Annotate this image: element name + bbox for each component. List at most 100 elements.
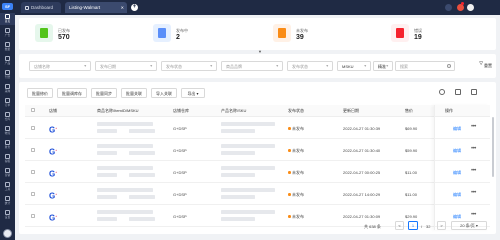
summary-card-error[interactable]: 错误 19 xyxy=(381,22,491,46)
bell-icon[interactable] xyxy=(445,4,452,11)
status-select[interactable]: 发布状态 ▼ xyxy=(161,61,217,71)
add-tab-button[interactable]: + xyxy=(131,4,138,11)
status-dot-icon xyxy=(288,149,291,152)
msku-select[interactable]: MSKU ▼ xyxy=(337,61,371,71)
row-checkbox[interactable] xyxy=(31,126,35,130)
import-link-button[interactable]: 导入关联 xyxy=(151,88,177,98)
app-logo: SF xyxy=(2,3,13,10)
product-sku-placeholder xyxy=(221,188,275,192)
close-icon[interactable]: ✕ xyxy=(121,2,124,13)
reset-button[interactable]: 重置 xyxy=(470,61,492,71)
card-value: 39 xyxy=(296,34,304,41)
app-avatar[interactable] xyxy=(457,4,464,11)
sidebar-item-8[interactable]: 物流 xyxy=(0,125,15,137)
sidebar-item-10[interactable]: 客服 xyxy=(0,153,15,165)
date-cell: 2022-04-27 14:00:29 xyxy=(343,192,381,197)
select-label: 发布状态 xyxy=(292,64,308,69)
sidebar-item-label: 数据 xyxy=(4,47,11,51)
search-icon xyxy=(447,64,451,68)
bulk-price-button[interactable]: 批量修价 xyxy=(27,88,53,98)
status-text: 未发布 xyxy=(292,126,304,131)
bulk-link-button[interactable]: 批量关联 xyxy=(121,88,147,98)
date-select[interactable]: 发布日期 ▼ xyxy=(95,61,157,71)
select-all-checkbox[interactable] xyxy=(31,108,35,112)
item-id-placeholder xyxy=(97,173,117,177)
sidebar-item-2[interactable]: 数据 xyxy=(0,41,15,53)
tab-listing-walmart[interactable]: Listing-Walmart ✕ xyxy=(65,2,127,13)
msku-placeholder xyxy=(129,217,155,221)
home-icon xyxy=(25,5,29,10)
bulk-sync-button[interactable]: 批量同步 xyxy=(91,88,117,98)
sidebar-item-label: 采购 xyxy=(4,89,11,93)
row-checkbox[interactable] xyxy=(31,170,35,174)
status-badge: 未发布 xyxy=(288,192,304,198)
columns-icon[interactable] xyxy=(455,89,461,95)
sidebar-item-label: 工具 xyxy=(4,187,11,191)
match-mode-select[interactable]: 精准 ▼ xyxy=(373,61,393,71)
status-badge: 未发布 xyxy=(288,148,304,154)
sidebar-item-1[interactable]: 广告 xyxy=(0,27,15,39)
status-icon-box xyxy=(153,24,171,42)
chevron-down-icon: ▼ xyxy=(275,64,279,68)
sidebar-item-4[interactable]: 刊登 xyxy=(0,69,15,81)
chevron-down-icon: ▼ xyxy=(363,64,367,68)
status-icon-box xyxy=(35,24,53,42)
status-text: 未发布 xyxy=(292,192,304,197)
sidebar-item-label: 订单 xyxy=(4,103,11,107)
store-select[interactable]: 店铺名称 ▼ xyxy=(29,61,91,71)
status-dot-icon xyxy=(288,193,291,196)
user-avatar[interactable] xyxy=(3,229,12,238)
sidebar-item-label: 财务 xyxy=(4,145,11,149)
prev-page-button[interactable]: < xyxy=(395,221,404,230)
sidebar-item-label: 刊登 xyxy=(4,75,11,79)
page-size-select[interactable]: 20 条/页 ▾ xyxy=(451,221,487,230)
col-warehouse: 店铺仓库 xyxy=(173,108,189,113)
sidebar-item-11[interactable]: 营销 xyxy=(0,167,15,179)
row-checkbox[interactable] xyxy=(31,192,35,196)
product-name-placeholder xyxy=(97,122,153,126)
table-row[interactable]: G+ G+DSP 未发布 2022-04-27 01:30:40 $59.90 编辑 ••• xyxy=(25,139,490,161)
price-cell: $11.00 xyxy=(405,192,417,197)
col-product: 商品名称/ItemID/MSKU xyxy=(97,108,139,113)
current-page-input[interactable]: 1 xyxy=(408,221,418,230)
row-checkbox[interactable] xyxy=(31,148,35,152)
brand-select[interactable]: 商品品牌 ▼ xyxy=(221,61,283,71)
sidebar: SF 首页广告数据产品刊登采购订单仓库物流财务客服营销工具统计设置 xyxy=(0,0,15,240)
top-bar: Dashboard Listing-Walmart ✕ + xyxy=(15,0,500,15)
sidebar-item-9[interactable]: 财务 xyxy=(0,139,15,151)
table-row[interactable]: G+ G+DSP 未发布 2022-04-27 00:00:25 $11.00 编辑 ••• xyxy=(25,161,490,183)
error-icon xyxy=(396,28,404,38)
item-id-placeholder xyxy=(97,129,117,133)
row-checkbox[interactable] xyxy=(31,214,35,218)
sidebar-item-label: 产品 xyxy=(4,61,11,65)
sidebar-item-6[interactable]: 订单 xyxy=(0,97,15,109)
sidebar-item-13[interactable]: 统计 xyxy=(0,195,15,207)
refresh-icon[interactable] xyxy=(439,89,445,95)
sidebar-item-0[interactable]: 首页 xyxy=(0,13,15,25)
settings-icon[interactable] xyxy=(471,89,477,95)
chevron-down-icon: ▼ xyxy=(385,64,389,68)
publish-status-select[interactable]: 发布状态 ▼ xyxy=(287,61,333,71)
table-row[interactable]: G+ G+DSP 未发布 2022-04-27 01:30:39 $69.90 编辑 ••• xyxy=(25,117,490,139)
sidebar-item-label: 广告 xyxy=(4,33,11,37)
col-store: 店铺 xyxy=(49,108,57,113)
col-product-sku: 产品名称/SKU xyxy=(221,108,247,113)
next-page-button[interactable]: > xyxy=(437,221,446,230)
search-input[interactable]: 搜索 xyxy=(395,61,455,71)
tab-dashboard[interactable]: Dashboard xyxy=(21,2,61,13)
sidebar-item-12[interactable]: 工具 xyxy=(0,181,15,193)
summary-card-unpublished[interactable]: 未发布 39 xyxy=(263,22,373,46)
sidebar-item-14[interactable]: 设置 xyxy=(0,209,15,221)
bulk-stock-button[interactable]: 批量调库存 xyxy=(57,88,87,98)
user-menu-avatar[interactable] xyxy=(467,4,474,11)
vertical-scrollbar[interactable] xyxy=(492,117,494,177)
sidebar-item-3[interactable]: 产品 xyxy=(0,55,15,67)
sidebar-item-7[interactable]: 仓库 xyxy=(0,111,15,123)
table-row[interactable]: G+ G+DSP 未发布 2022-04-27 14:00:29 $11.00 编辑 ••• xyxy=(25,183,490,205)
page-separator: / xyxy=(421,224,423,229)
sidebar-item-5[interactable]: 采购 xyxy=(0,83,15,95)
summary-card-publishing[interactable]: 发布中 2 xyxy=(143,22,253,46)
export-button[interactable]: 导出 ▾ xyxy=(181,88,205,98)
summary-card-published[interactable]: 已发布 570 xyxy=(25,22,135,46)
product-name-placeholder xyxy=(97,188,153,192)
